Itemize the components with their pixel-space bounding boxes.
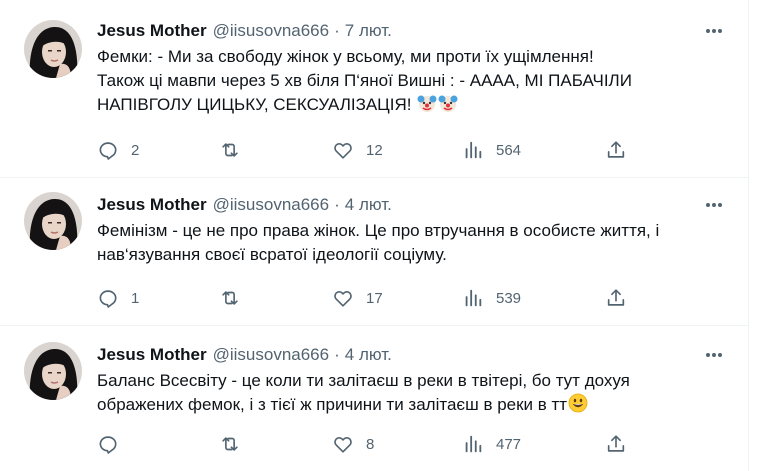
more-options-icon[interactable] [702,344,726,366]
tweet-text-line: нав‘язування своєї всратої ідеології соц… [97,245,447,264]
reply-button[interactable]: 1 [97,286,139,310]
views-button[interactable]: 477 [462,432,521,456]
retweet-button[interactable] [219,286,253,310]
retweet-button[interactable] [219,432,253,456]
reply-count: 2 [131,141,140,159]
share-icon [607,435,625,452]
like-count: 8 [366,435,375,453]
share-icon [607,289,625,306]
author-handle[interactable]: @iisusovna666 [213,195,330,215]
reply-icon [99,290,117,308]
share-button[interactable] [605,432,627,456]
separator-dot: · [334,345,340,364]
views-count: 477 [496,435,522,453]
tweet[interactable]: Jesus Mother @iisusovna666 · 4 лют. Бала… [0,326,748,471]
heart-icon [334,142,352,159]
tweet-date[interactable]: 4 лют. [345,345,392,365]
heart-icon [334,436,352,453]
column-divider [748,0,749,471]
tweet-text: Фемки: - Ми за свободу жінок у всьому, м… [97,45,737,117]
avatar-photo [24,342,82,400]
tweet-header: Jesus Mother @iisusovna666 · 7 лют. [97,20,728,42]
tweet-text-line: ображених фемок, і з тієї ж причини ти з… [97,393,737,417]
share-button[interactable] [605,138,627,162]
tweet-text: Фемінізм - це не про права жінок. Це про… [97,219,737,267]
tweet-text-line: Фемки: - Ми за свободу жінок у всьому, м… [97,47,594,66]
avatar-photo [24,192,82,250]
tweet-text-line-content: НАПІВГОЛУ ЦИЦЬКУ, СЕКСУАЛІЗАЦІЯ! [97,95,412,114]
more-options-icon[interactable] [702,194,726,216]
reply-button[interactable] [97,432,131,456]
clown-face-icon [417,93,437,113]
like-button[interactable]: 17 [332,286,383,310]
author-name[interactable]: Jesus Mother [97,21,207,41]
reply-count: 1 [131,289,140,307]
tweet-date[interactable]: 7 лют. [345,21,392,41]
retweet-icon [222,143,238,157]
tweet[interactable]: Jesus Mother @iisusovna666 · 7 лют. Фемк… [0,0,748,178]
views-bar-chart-icon [465,141,482,159]
avatar[interactable] [24,192,82,250]
tweet-body: Jesus Mother @iisusovna666 · 4 лют. Бала… [97,344,728,417]
tweet-text-line: НАПІВГОЛУ ЦИЦЬКУ, СЕКСУАЛІЗАЦІЯ! [97,93,737,117]
tweet-actions: 2 12 564 [97,138,637,162]
retweet-icon [222,291,238,305]
separator-dot: · [334,21,340,40]
avatar[interactable] [24,20,82,78]
avatar-photo [24,20,82,78]
views-count: 564 [496,141,522,159]
like-button[interactable]: 12 [332,138,383,162]
tweet-actions: 8 477 [97,432,637,456]
author-handle[interactable]: @iisusovna666 [213,21,330,41]
tweet-header: Jesus Mother @iisusovna666 · 4 лют. [97,194,728,216]
tweet-body: Jesus Mother @iisusovna666 · 7 лют. Фемк… [97,20,728,117]
views-count: 539 [496,289,522,307]
reply-icon [99,436,117,454]
tweet-actions: 1 17 539 [97,286,637,310]
reply-button[interactable]: 2 [97,138,139,162]
clown-face-icon [438,93,458,113]
share-button[interactable] [605,286,627,310]
retweet-button[interactable] [219,138,253,162]
like-count: 12 [366,141,383,159]
author-name[interactable]: Jesus Mother [97,195,207,215]
separator-dot: · [334,195,340,214]
views-button[interactable]: 539 [462,286,521,310]
grinning-face-icon [568,393,588,413]
like-button[interactable]: 8 [332,432,374,456]
like-count: 17 [366,289,383,307]
author-name[interactable]: Jesus Mother [97,345,207,365]
more-options-icon[interactable] [702,20,726,42]
views-bar-chart-icon [465,435,482,453]
tweet-text-line: Фемінізм - це не про права жінок. Це про… [97,221,660,240]
tweet-text: Баланс Всесвіту - це коли ти залітаєш в … [97,369,737,417]
tweet-date[interactable]: 4 лют. [345,195,392,215]
tweet-text-line: Також ці мавпи через 5 хв біля П‘яної Ви… [97,71,632,90]
retweet-icon [222,437,238,451]
avatar[interactable] [24,342,82,400]
timeline-feed: Jesus Mother @iisusovna666 · 7 лют. Фемк… [0,0,760,471]
tweet-body: Jesus Mother @iisusovna666 · 4 лют. Фемі… [97,194,728,267]
author-handle[interactable]: @iisusovna666 [213,345,330,365]
views-button[interactable]: 564 [462,138,521,162]
share-icon [607,141,625,158]
tweet-text-line-content: ображених фемок, і з тієї ж причини ти з… [97,395,568,414]
tweet-text-line: Баланс Всесвіту - це коли ти залітаєш в … [97,371,630,390]
heart-icon [334,290,352,307]
tweet-header: Jesus Mother @iisusovna666 · 4 лют. [97,344,728,366]
tweet[interactable]: Jesus Mother @iisusovna666 · 4 лют. Фемі… [0,178,748,326]
views-bar-chart-icon [465,289,482,307]
reply-icon [99,142,117,160]
